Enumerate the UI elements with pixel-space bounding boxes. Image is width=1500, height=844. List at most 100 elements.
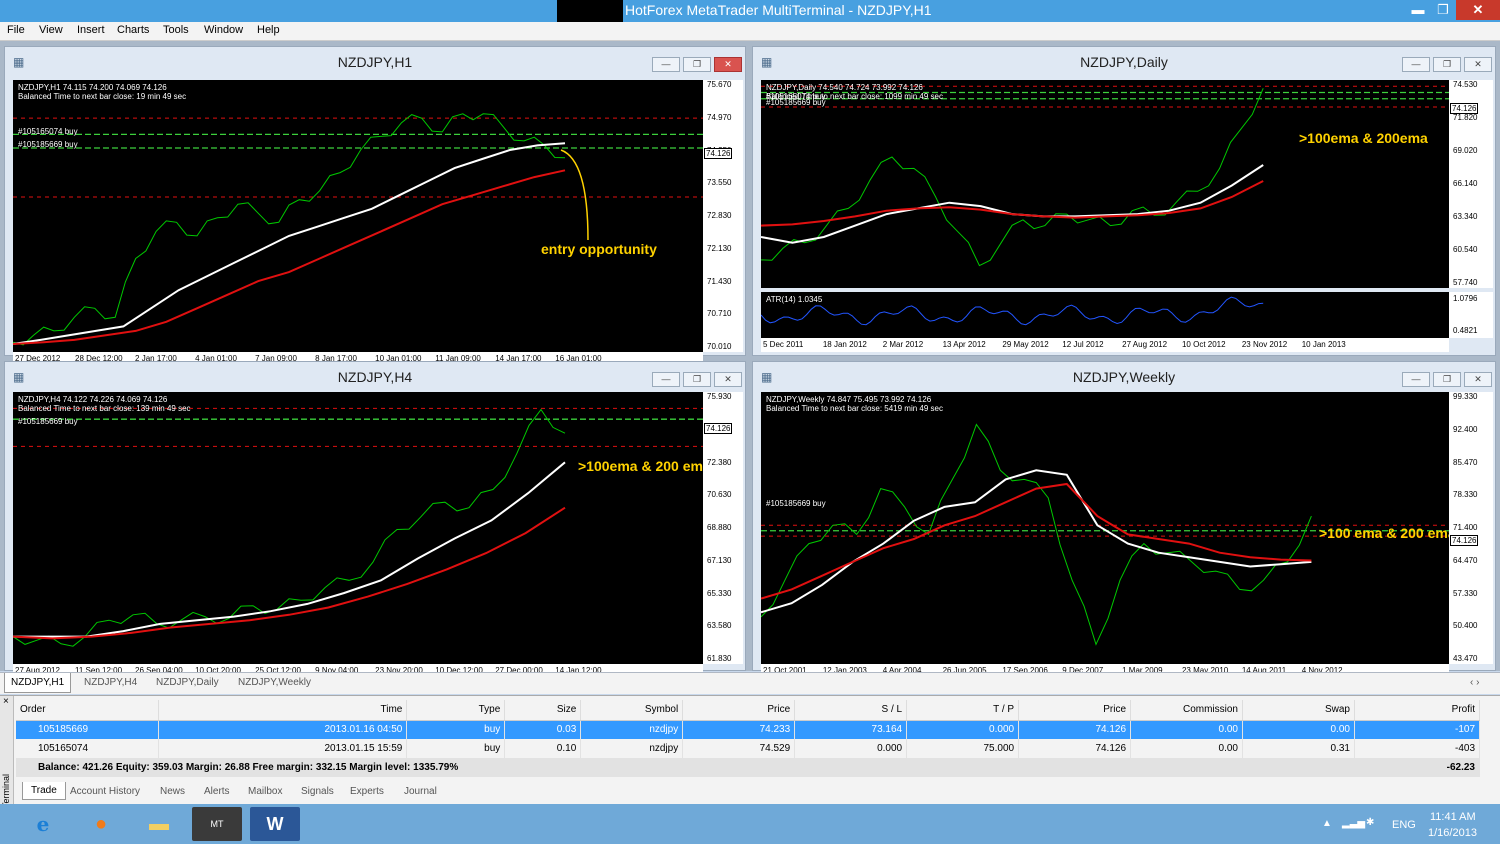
ema-200-line: [761, 180, 1264, 227]
cell-profit: -403: [1354, 739, 1481, 758]
chart-minimize-button[interactable]: —: [652, 372, 680, 387]
menu-view[interactable]: View: [39, 24, 63, 36]
chart-minimize-button[interactable]: —: [1402, 372, 1430, 387]
chart-close-button[interactable]: ✕: [714, 57, 742, 72]
chart-window-daily[interactable]: ▦ NZDJPY,Daily — ❐ ✕ NZDJPY,Daily 74.540 74.7…: [752, 46, 1496, 356]
cell-symbol: nzdjpy: [580, 739, 684, 758]
col-price-current[interactable]: Price: [1018, 700, 1132, 721]
menu-tools[interactable]: Tools: [163, 24, 189, 36]
price-tick: 66.140: [1453, 179, 1478, 188]
ema-200-line: [13, 506, 566, 640]
price-tick: 67.130: [707, 555, 732, 565]
order-label: #105185669 buy: [18, 140, 78, 149]
price-tick: 64.470: [1453, 555, 1478, 565]
price-tick: 70.010: [707, 342, 732, 351]
chart-close-button[interactable]: ✕: [1464, 372, 1492, 387]
chart-restore-button[interactable]: ❐: [1433, 372, 1461, 387]
ie-icon[interactable]: e: [18, 807, 68, 841]
time-tick: 18 Jan 2012: [822, 340, 867, 349]
col-tp[interactable]: T / P: [906, 700, 1020, 721]
tab-daily[interactable]: NZDJPY,Daily: [156, 677, 219, 688]
menu-file[interactable]: File: [7, 24, 25, 36]
chart-minimize-button[interactable]: —: [1402, 57, 1430, 72]
col-commission[interactable]: Commission: [1130, 700, 1243, 721]
col-sl[interactable]: S / L: [794, 700, 908, 721]
menu-charts[interactable]: Charts: [117, 24, 149, 36]
table-row[interactable]: 105185669 2013.01.16 04:50 buy 0.03 nzdjpy 74…: [16, 720, 1481, 739]
cell-symbol: nzdjpy: [580, 720, 684, 739]
close-button[interactable]: ✕: [1456, 0, 1500, 20]
network-icon[interactable]: ✱: [1366, 817, 1374, 828]
time-tick: 10 Jan 2013: [1301, 340, 1346, 349]
chart-close-button[interactable]: ✕: [714, 372, 742, 387]
col-symbol[interactable]: Symbol: [580, 700, 684, 721]
atr-svg: [761, 296, 1264, 326]
tab-account-history[interactable]: Account History: [70, 786, 140, 797]
clock-time[interactable]: 11:41 AM: [1430, 811, 1476, 823]
price-plot-svg: [761, 85, 1449, 267]
redacted-block: [557, 0, 623, 22]
chart-close-button[interactable]: ✕: [1464, 57, 1492, 72]
chart-restore-button[interactable]: ❐: [683, 57, 711, 72]
col-swap[interactable]: Swap: [1242, 700, 1355, 721]
tab-journal[interactable]: Journal: [404, 786, 437, 797]
col-price[interactable]: Price: [682, 700, 796, 721]
chart-restore-button[interactable]: ❐: [1433, 57, 1461, 72]
table-row[interactable]: 105165074 2013.01.15 15:59 buy 0.10 nzdjpy 74…: [16, 739, 1481, 758]
menu-window[interactable]: Window: [204, 24, 243, 36]
cell-price: 74.233: [682, 720, 796, 739]
chart-annotation: >100 ema & 200 ema: [1319, 525, 1449, 541]
time-tick: 5 Dec 2011: [763, 340, 804, 349]
tab-trade[interactable]: Trade: [22, 782, 66, 800]
cell-sl: 0.000: [794, 739, 908, 758]
close-terminal-icon[interactable]: ×: [0, 696, 13, 707]
word-icon[interactable]: W: [250, 807, 300, 841]
tab-weekly[interactable]: NZDJPY,Weekly: [238, 677, 311, 688]
chart-window-h4[interactable]: ▦ NZDJPY,H4— ❐ ✕ NZDJPY,H4 74.122 74.226 74.…: [4, 361, 746, 678]
col-time[interactable]: Time: [158, 700, 408, 721]
chart-minimize-button[interactable]: —: [652, 57, 680, 72]
tab-experts[interactable]: Experts: [350, 786, 384, 797]
price-axis: 75.93074.13072.38070.63068.88067.13065.3…: [703, 392, 743, 664]
current-price-label: 74.126: [1450, 102, 1479, 114]
cell-current-price: 74.126: [1018, 739, 1132, 758]
firefox-icon[interactable]: ●: [76, 807, 126, 841]
tab-h1[interactable]: NZDJPY,H1: [4, 673, 72, 693]
tray-arrow-icon[interactable]: ▲: [1322, 818, 1332, 829]
tab-alerts[interactable]: Alerts: [204, 786, 230, 797]
order-label: #105185669 buy: [766, 499, 826, 508]
cell-order[interactable]: 105165074: [16, 739, 160, 758]
tab-mailbox[interactable]: Mailbox: [248, 786, 282, 797]
price-tick: 68.880: [707, 523, 732, 532]
total-profit: -62.23: [1354, 758, 1481, 777]
chart-timer-line: Balanced Time to next bar close: 139 min…: [18, 404, 191, 413]
tab-h4[interactable]: NZDJPY,H4: [84, 677, 137, 688]
metatrader-icon[interactable]: MT: [192, 807, 242, 841]
table-header: Order Time Type Size Symbol Price S / L …: [16, 700, 1481, 721]
folder-icon[interactable]: ▬: [134, 807, 184, 841]
tab-signals[interactable]: Signals: [301, 786, 334, 797]
price-tick: 57.330: [1453, 588, 1478, 598]
language-indicator[interactable]: ENG: [1392, 819, 1416, 831]
col-order[interactable]: Order: [16, 700, 160, 721]
col-profit[interactable]: Profit: [1354, 700, 1481, 721]
clock-date[interactable]: 1/16/2013: [1428, 827, 1477, 839]
chart-restore-button[interactable]: ❐: [683, 372, 711, 387]
maximize-button[interactable]: ❐: [1428, 0, 1458, 20]
chart-window-weekly[interactable]: ▦ NZDJPY,Weekly — ❐ ✕ NZDJPY,Weekly 74.847 75…: [752, 361, 1496, 678]
menu-help[interactable]: Help: [257, 24, 280, 36]
col-size[interactable]: Size: [504, 700, 582, 721]
current-price-label: 74.126: [704, 148, 733, 159]
chart-window-h1[interactable]: ▦ NZDJPY,H1— ❐ ✕ NZDJPY,H1 74.115 74.200 74.…: [4, 46, 746, 366]
tab-scroll-arrows[interactable]: ‹ ›: [1470, 677, 1479, 688]
cell-order[interactable]: 105185669: [16, 720, 160, 739]
terminal-label: Terminal: [1, 774, 11, 809]
price-plot-weekly: NZDJPY,Weekly 74.847 75.495 73.992 74.12…: [761, 392, 1449, 664]
tab-news[interactable]: News: [160, 786, 185, 797]
signal-icon[interactable]: ▂▃▅: [1342, 818, 1365, 829]
order-label: #105185669 buy: [766, 98, 826, 107]
col-type[interactable]: Type: [406, 700, 506, 721]
menu-insert[interactable]: Insert: [77, 24, 105, 36]
chart-annotation: >100ema & 200ema: [1299, 130, 1428, 146]
cell-type: buy: [406, 739, 506, 758]
